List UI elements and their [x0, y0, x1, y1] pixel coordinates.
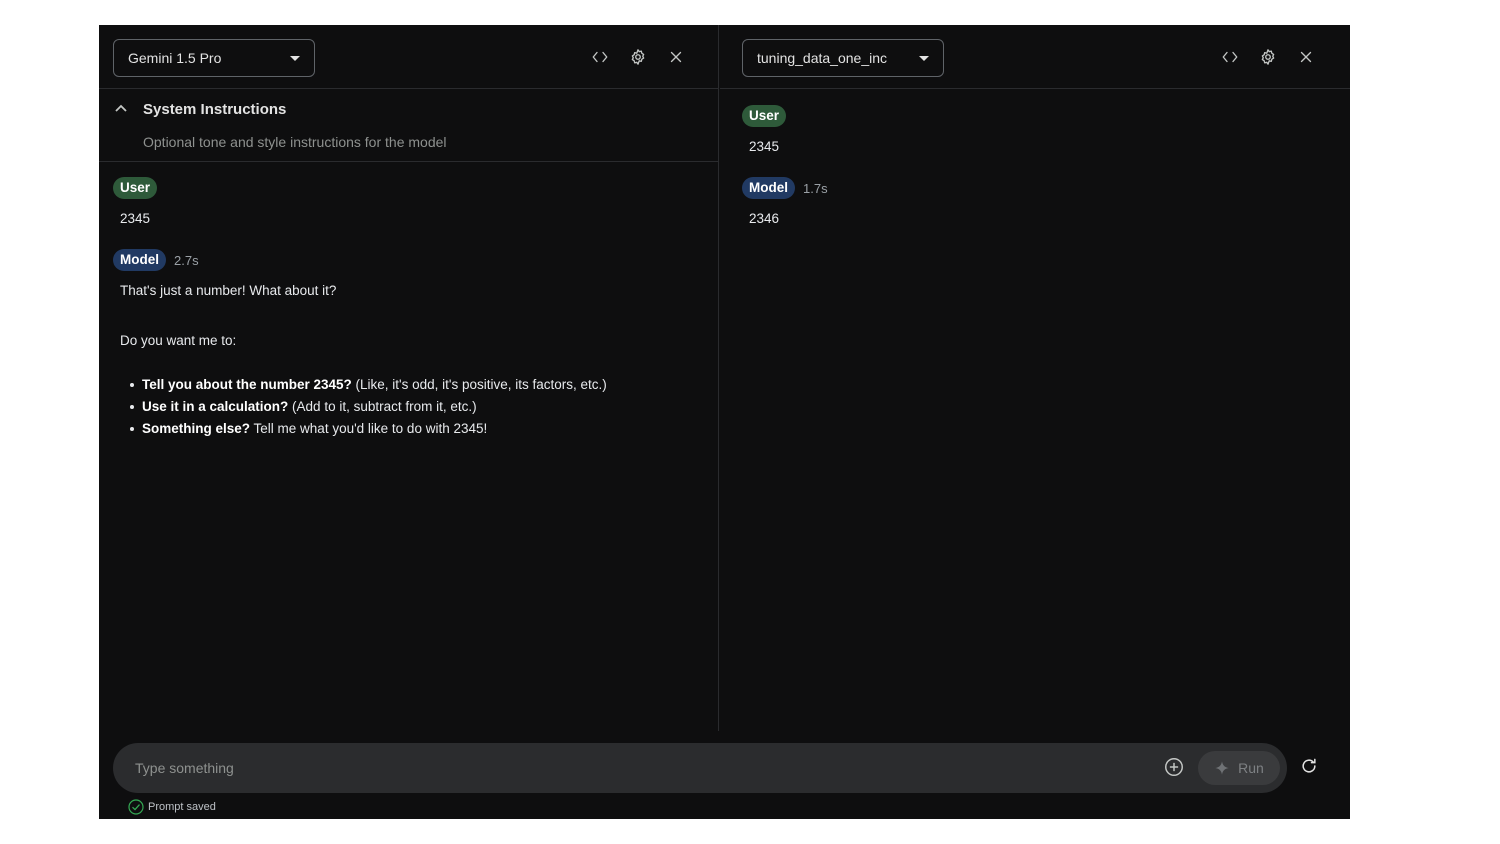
- model-bullet-list: Tell you about the number 2345? (Like, i…: [130, 374, 704, 440]
- run-button[interactable]: Run: [1198, 751, 1280, 785]
- user-role-chip: User: [742, 105, 787, 127]
- model-message: That's just a number! What about it? Do …: [120, 280, 704, 440]
- model-turn: Model 1.7s 2346: [742, 177, 1336, 230]
- compare-workspace: Gemini 1.5 Pro System Instructions Optio…: [99, 25, 1350, 819]
- model-timing: 1.7s: [803, 180, 828, 196]
- right-model-select[interactable]: tuning_data_one_inc: [742, 39, 944, 77]
- system-instructions: System Instructions Optional tone and st…: [99, 89, 718, 162]
- right-panel-header: tuning_data_one_inc: [720, 25, 1350, 89]
- left-model-select[interactable]: Gemini 1.5 Pro: [113, 39, 315, 77]
- left-header-actions: [588, 45, 688, 69]
- model-message: 2346: [749, 211, 780, 226]
- left-panel-header: Gemini 1.5 Pro: [99, 25, 718, 89]
- user-role-chip: User: [113, 177, 158, 199]
- user-turn: User 2345: [742, 105, 1336, 158]
- prompt-status-text: Prompt saved: [148, 801, 216, 813]
- system-instructions-title: System Instructions: [143, 101, 287, 118]
- refresh-icon[interactable]: [1299, 756, 1323, 780]
- prompt-input[interactable]: [135, 756, 1035, 780]
- right-model-name: tuning_data_one_inc: [757, 50, 888, 66]
- list-item: Tell you about the number 2345? (Like, i…: [130, 374, 704, 396]
- list-item: Use it in a calculation? (Add to it, sub…: [130, 396, 704, 418]
- prompt-status: Prompt saved: [128, 799, 216, 815]
- right-panel: tuning_data_one_inc User 2345 Model 1.7s…: [720, 25, 1350, 731]
- right-header-actions: [1218, 45, 1318, 69]
- user-message: 2345: [749, 139, 780, 154]
- chevron-down-icon: [919, 56, 929, 61]
- model-role-chip: Model: [113, 249, 166, 271]
- code-icon[interactable]: [588, 45, 612, 69]
- run-label: Run: [1238, 760, 1264, 776]
- check-circle-icon: [128, 799, 144, 815]
- model-turn: Model 2.7s That's just a number! What ab…: [113, 249, 704, 440]
- prompt-composer: Run: [113, 743, 1287, 793]
- right-chat: User 2345 Model 1.7s 2346: [742, 105, 1336, 230]
- gear-icon[interactable]: [626, 45, 650, 69]
- code-icon[interactable]: [1218, 45, 1242, 69]
- user-turn: User 2345: [113, 177, 704, 230]
- close-icon[interactable]: [664, 45, 688, 69]
- model-role-chip: Model: [742, 177, 795, 199]
- list-item: Something else? Tell me what you'd like …: [130, 418, 704, 440]
- left-model-name: Gemini 1.5 Pro: [128, 50, 222, 66]
- left-panel: Gemini 1.5 Pro System Instructions Optio…: [99, 25, 719, 731]
- model-timing: 2.7s: [174, 252, 199, 268]
- chevron-down-icon: [290, 56, 300, 61]
- user-message: 2345: [120, 211, 151, 226]
- sparkle-icon: [1215, 761, 1229, 775]
- system-instructions-input[interactable]: Optional tone and style instructions for…: [143, 134, 447, 150]
- model-question: Do you want me to:: [120, 333, 237, 348]
- add-circle-icon[interactable]: [1163, 756, 1187, 780]
- close-icon[interactable]: [1294, 45, 1318, 69]
- chevron-up-icon[interactable]: [111, 99, 131, 119]
- model-intro: That's just a number! What about it?: [120, 283, 337, 298]
- gear-icon[interactable]: [1256, 45, 1280, 69]
- left-chat: User 2345 Model 2.7s That's just a numbe…: [113, 177, 704, 440]
